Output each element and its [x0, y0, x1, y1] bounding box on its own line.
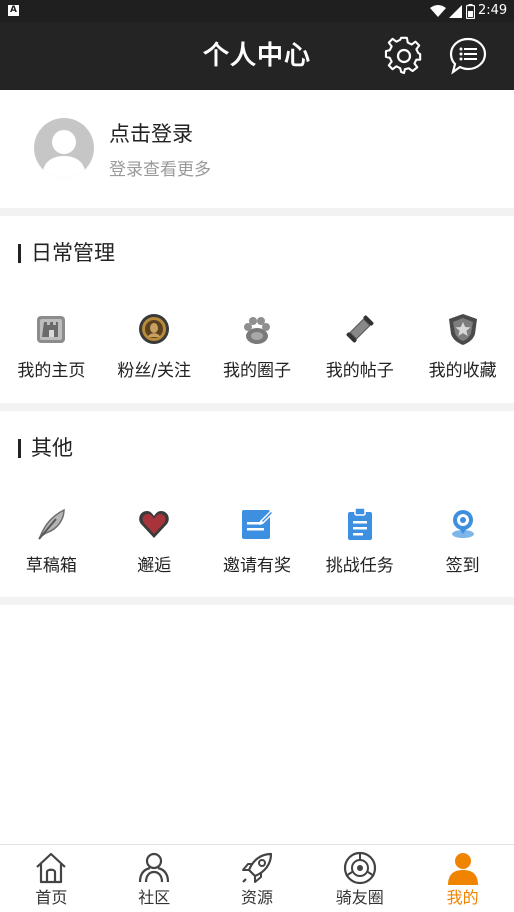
wheel-icon	[343, 851, 376, 885]
grid-item-label: 我的收藏	[428, 361, 497, 381]
login-subtitle: 登录查看更多	[109, 160, 211, 180]
tab-label: 资源	[240, 888, 273, 907]
tab-resources[interactable]: 资源	[206, 845, 309, 912]
clipboard-icon	[347, 507, 372, 540]
edit-note-icon	[241, 510, 274, 539]
medallion-icon	[139, 314, 170, 344]
grid-item-label: 挑战任务	[325, 556, 394, 576]
home-icon	[36, 852, 67, 884]
grid-item-label: 我的帖子	[325, 361, 394, 381]
section-title: 其他	[31, 436, 73, 460]
community-icon	[139, 852, 170, 883]
login-panel[interactable]: 点击登录 登录查看更多	[0, 90, 514, 208]
daily-management-section: 日常管理 我的主页 粉丝/关注 我的圈子 我的帖子 我的收藏	[0, 216, 514, 403]
person-icon	[447, 853, 478, 885]
tab-home[interactable]: 首页	[0, 845, 103, 912]
grid-item-check-in[interactable]: 签到	[411, 507, 514, 587]
grid-item-label: 签到	[445, 556, 480, 576]
castle-icon	[37, 316, 66, 343]
grid-item-label: 粉丝/关注	[117, 361, 192, 381]
grid-item-label: 我的主页	[17, 361, 86, 381]
chat-bubble-icon	[449, 37, 487, 75]
other-grid: 草稿箱 邂逅 邀请有奖 挑战任务 签到	[0, 507, 514, 587]
grid-item-my-homepage[interactable]: 我的主页	[0, 312, 103, 392]
gear-icon	[384, 36, 422, 75]
grid-item-my-favorites[interactable]: 我的收藏	[411, 312, 514, 392]
daily-grid: 我的主页 粉丝/关注 我的圈子 我的帖子 我的收藏	[0, 312, 514, 392]
grid-item-invite-reward[interactable]: 邀请有奖	[206, 507, 309, 587]
divider	[0, 403, 514, 411]
app-notification-icon: A	[8, 5, 19, 16]
rocket-icon	[241, 852, 273, 883]
grid-item-challenge-tasks[interactable]: 挑战任务	[308, 507, 411, 587]
section-marker	[18, 244, 21, 263]
location-pin-icon	[451, 510, 474, 538]
default-avatar-icon	[42, 130, 86, 178]
divider	[0, 597, 514, 605]
scroll-icon	[346, 315, 374, 343]
tab-label: 社区	[138, 888, 171, 907]
tab-label: 首页	[35, 888, 68, 907]
grid-item-my-circle[interactable]: 我的圈子	[206, 312, 309, 392]
login-link[interactable]: 点击登录	[109, 120, 193, 148]
grid-item-drafts[interactable]: 草稿箱	[0, 507, 103, 587]
status-bar: A 2:49	[0, 0, 514, 22]
divider	[0, 208, 514, 216]
title-bar: 个人中心	[0, 22, 514, 90]
status-time: 2:49	[478, 3, 508, 18]
grid-item-label: 邂逅	[137, 556, 172, 576]
tab-community[interactable]: 社区	[103, 845, 206, 912]
wifi-icon	[430, 5, 446, 17]
heart-icon	[139, 511, 169, 538]
section-title: 日常管理	[31, 241, 115, 265]
paw-icon	[243, 317, 270, 344]
grid-item-my-posts[interactable]: 我的帖子	[308, 312, 411, 392]
grid-item-encounter[interactable]: 邂逅	[103, 507, 206, 587]
grid-item-label: 草稿箱	[25, 556, 77, 576]
tab-rider-circle[interactable]: 骑友圈	[308, 845, 411, 912]
grid-item-label: 邀请有奖	[222, 556, 291, 576]
battery-icon	[466, 4, 475, 19]
tab-label: 我的	[446, 888, 479, 907]
avatar[interactable]	[34, 118, 94, 178]
section-marker	[18, 439, 21, 458]
feather-icon	[38, 508, 66, 540]
star-shield-icon	[448, 314, 477, 345]
page-title: 个人中心	[202, 41, 311, 71]
grid-item-fans-follow[interactable]: 粉丝/关注	[103, 312, 206, 392]
message-button[interactable]	[448, 36, 488, 76]
other-section: 其他 草稿箱 邂逅 邀请有奖 挑战任务 签到	[0, 411, 514, 597]
tab-label: 骑友圈	[335, 888, 384, 907]
settings-button[interactable]	[384, 36, 424, 76]
grid-item-label: 我的圈子	[222, 361, 291, 381]
signal-icon	[449, 5, 462, 18]
tab-mine[interactable]: 我的	[411, 845, 514, 912]
bottom-tab-bar: 首页 社区 资源 骑友圈 我的	[0, 844, 514, 912]
